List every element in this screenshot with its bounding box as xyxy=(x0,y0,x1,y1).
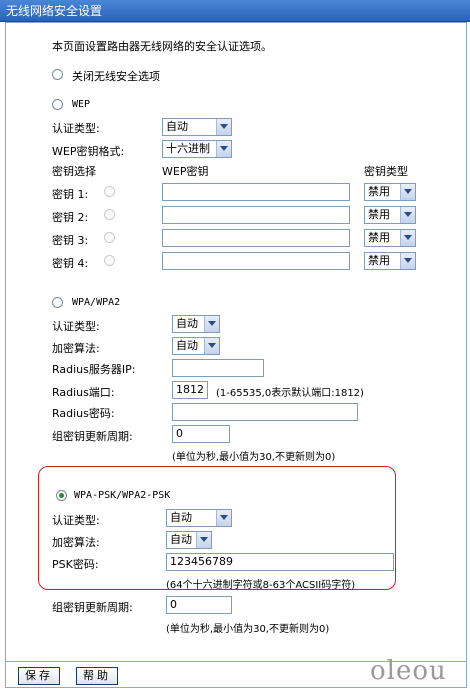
wpa-rekey-input[interactable]: 0 xyxy=(172,425,230,443)
wpa-rekey-hint: (单位为秒,最小值为30,不更新则为0) xyxy=(172,452,336,463)
key4-label: 密钥 4: xyxy=(52,257,89,270)
wep-format-value: 十六进制 xyxy=(166,142,210,155)
chevron-down-icon xyxy=(400,253,415,269)
key2-label: 密钥 2: xyxy=(52,211,89,224)
chevron-down-icon xyxy=(216,119,231,135)
chevron-down-icon xyxy=(216,510,231,526)
col-key-type: 密钥类型 xyxy=(364,165,408,178)
wpa-rekey-label: 组密钥更新周期: xyxy=(52,430,133,443)
wep-format-label: WEP密钥格式: xyxy=(52,145,125,158)
psk-algo-select[interactable]: 自动 xyxy=(166,531,212,549)
key3-type-value: 禁用 xyxy=(368,231,390,244)
key3-input[interactable] xyxy=(162,229,350,247)
radius-port-label: Radius端口: xyxy=(52,386,115,399)
chevron-down-icon xyxy=(400,230,415,246)
chevron-down-icon xyxy=(204,338,219,354)
off-radio[interactable] xyxy=(52,69,63,80)
key2-type-value: 禁用 xyxy=(368,208,390,221)
radius-ip-label: Radius服务器IP: xyxy=(52,363,136,376)
save-button[interactable]: 保存 xyxy=(18,667,60,685)
psk-rekey-label: 组密钥更新周期: xyxy=(52,601,133,614)
col-key-select: 密钥选择 xyxy=(52,165,96,178)
help-button[interactable]: 帮助 xyxy=(76,667,118,685)
radius-ip-input[interactable] xyxy=(172,359,264,377)
off-label: 关闭无线安全选项 xyxy=(72,70,160,83)
key1-type-value: 禁用 xyxy=(368,185,390,198)
wpa-radio[interactable] xyxy=(52,297,63,308)
radius-pwd-label: Radius密码: xyxy=(52,407,115,420)
psk-algo-label: 加密算法: xyxy=(52,536,100,549)
psk-label: WPA-PSK/WPA2-PSK xyxy=(74,490,171,501)
chevron-down-icon xyxy=(400,207,415,223)
key2-input[interactable] xyxy=(162,206,350,224)
watermark-text: oleou xyxy=(370,656,447,686)
psk-radio[interactable] xyxy=(56,490,67,501)
key3-radio[interactable] xyxy=(104,232,115,243)
key4-input[interactable] xyxy=(162,252,350,270)
key1-type-select[interactable]: 禁用 xyxy=(364,183,416,201)
wpa-algo-value: 自动 xyxy=(176,339,198,352)
chevron-down-icon xyxy=(400,184,415,200)
psk-auth-select[interactable]: 自动 xyxy=(166,509,232,527)
psk-auth-value: 自动 xyxy=(170,511,192,524)
window-title: 无线网络安全设置 xyxy=(0,0,470,22)
key3-type-select[interactable]: 禁用 xyxy=(364,229,416,247)
key1-input[interactable] xyxy=(162,183,350,201)
key4-type-value: 禁用 xyxy=(368,254,390,267)
psk-algo-value: 自动 xyxy=(170,533,192,546)
wpa-auth-label: 认证类型: xyxy=(52,320,100,333)
chevron-down-icon xyxy=(204,316,219,332)
psk-pwd-input[interactable]: 123456789 xyxy=(166,553,394,571)
wep-auth-value: 自动 xyxy=(166,120,188,133)
key1-label: 密钥 1: xyxy=(52,188,89,201)
key4-type-select[interactable]: 禁用 xyxy=(364,252,416,270)
chevron-down-icon xyxy=(216,141,231,157)
intro-text: 本页面设置路由器无线网络的安全认证选项。 xyxy=(52,40,272,53)
radius-pwd-input[interactable] xyxy=(172,403,358,421)
key2-radio[interactable] xyxy=(104,209,115,220)
wep-label: WEP xyxy=(72,99,91,110)
chevron-down-icon xyxy=(196,532,211,548)
psk-auth-label: 认证类型: xyxy=(52,514,100,527)
radius-port-hint: (1-65535,0表示默认端口:1812) xyxy=(216,388,364,399)
wpa-algo-select[interactable]: 自动 xyxy=(172,337,220,355)
wpa-auth-select[interactable]: 自动 xyxy=(172,315,220,333)
wpa-auth-value: 自动 xyxy=(176,317,198,330)
radius-port-input[interactable]: 1812 xyxy=(172,381,208,399)
psk-pwd-hint: (64个十六进制字符或8-63个ACSII码字符) xyxy=(166,580,356,591)
key1-radio[interactable] xyxy=(104,186,115,197)
key2-type-select[interactable]: 禁用 xyxy=(364,206,416,224)
psk-rekey-hint: (单位为秒,最小值为30,不更新则为0) xyxy=(166,624,330,635)
wpa-label: WPA/WPA2 xyxy=(72,297,121,308)
wep-radio[interactable] xyxy=(52,99,63,110)
wpa-algo-label: 加密算法: xyxy=(52,342,100,355)
key4-radio[interactable] xyxy=(104,255,115,266)
psk-rekey-input[interactable]: 0 xyxy=(166,596,232,614)
psk-pwd-label: PSK密码: xyxy=(52,558,99,571)
col-wep-key: WEP密钥 xyxy=(162,165,209,178)
key3-label: 密钥 3: xyxy=(52,234,89,247)
wep-auth-select[interactable]: 自动 xyxy=(162,118,232,136)
wep-format-select[interactable]: 十六进制 xyxy=(162,140,232,158)
wep-auth-label: 认证类型: xyxy=(52,122,100,135)
